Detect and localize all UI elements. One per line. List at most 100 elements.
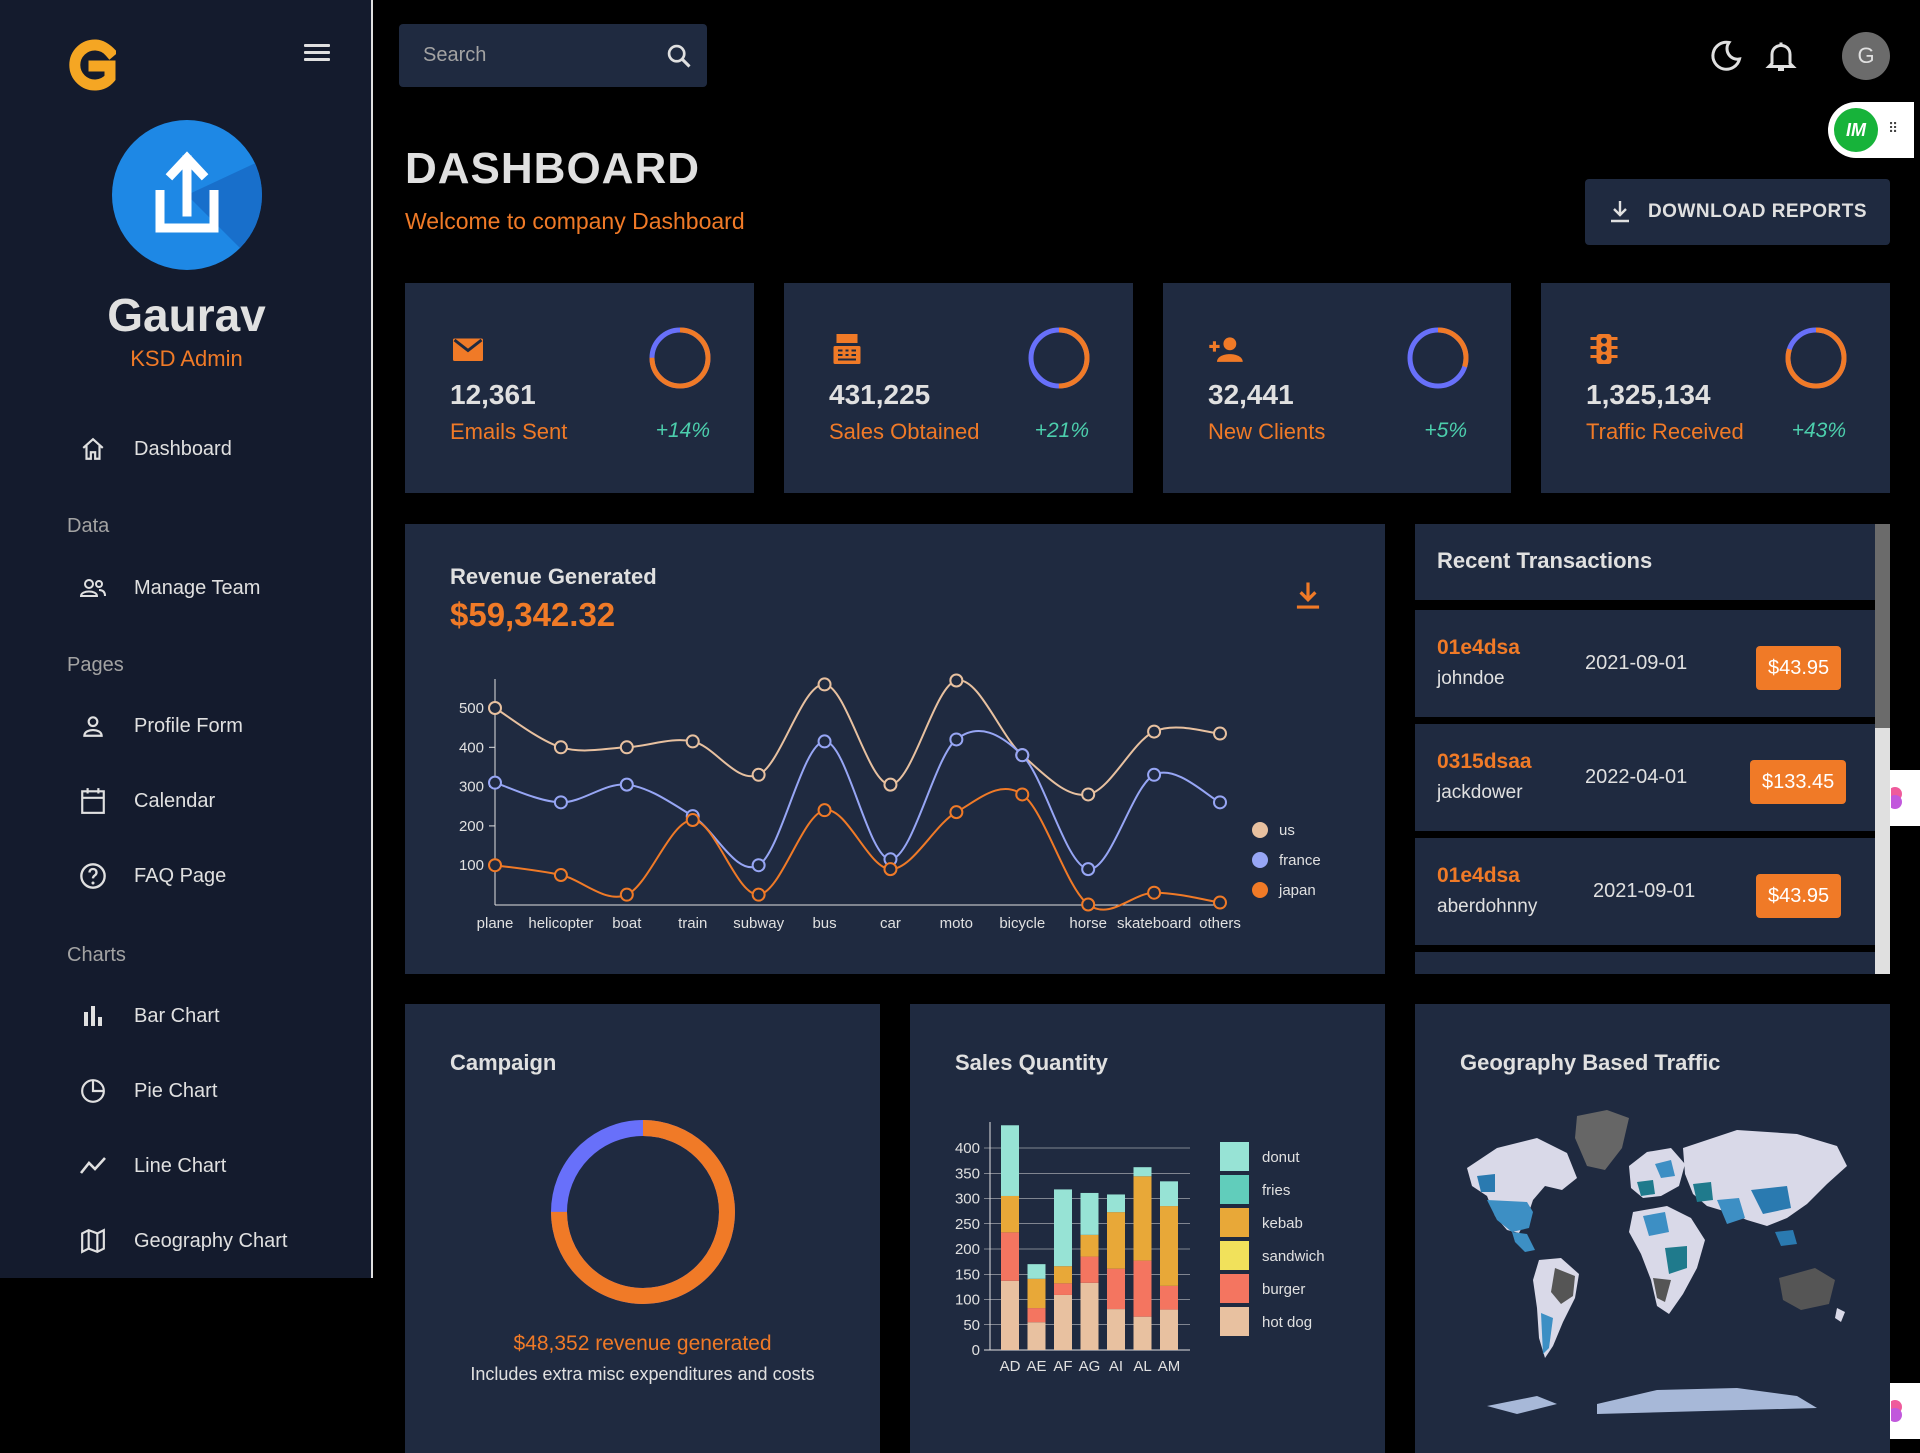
bar-segment-kebab[interactable] <box>1107 1212 1125 1269</box>
bar-segment-donut[interactable] <box>1001 1125 1019 1196</box>
bar-segment-hot-dog[interactable] <box>1160 1309 1178 1350</box>
menu-toggle-button[interactable] <box>300 40 334 68</box>
data-point-japan[interactable] <box>488 858 502 873</box>
user-avatar-button[interactable]: G <box>1842 32 1890 80</box>
data-point-us[interactable] <box>1147 724 1162 739</box>
data-point-france[interactable] <box>1147 767 1162 782</box>
sidebar-item-line-chart[interactable]: Line Chart <box>78 1146 226 1186</box>
bar-segment-hot-dog[interactable] <box>1054 1294 1072 1350</box>
bar-segment-burger[interactable] <box>1133 1260 1152 1317</box>
data-point-japan[interactable] <box>949 805 964 820</box>
data-point-france[interactable] <box>1081 862 1096 877</box>
bar-segment-kebab[interactable] <box>1080 1234 1099 1257</box>
download-reports-button[interactable]: DOWNLOAD REPORTS <box>1585 179 1890 245</box>
data-point-france[interactable] <box>817 734 832 749</box>
dark-mode-icon[interactable] <box>1708 38 1744 74</box>
sidebar-item-pie-chart[interactable]: Pie Chart <box>78 1071 217 1111</box>
data-point-japan[interactable] <box>1081 897 1096 912</box>
stat-label: Traffic Received <box>1586 419 1744 444</box>
bar-segment-donut[interactable] <box>1107 1194 1125 1213</box>
sidebar-item-bar-chart[interactable]: Bar Chart <box>78 996 220 1036</box>
sidebar-item-geography-chart[interactable]: Geography Chart <box>78 1221 287 1261</box>
data-point-japan[interactable] <box>1213 895 1227 910</box>
extension-widget[interactable]: IM ⠿ <box>1828 102 1914 158</box>
data-point-us[interactable] <box>488 701 502 715</box>
bar-segment-hot-dog[interactable] <box>1107 1309 1125 1350</box>
scrollbar-thumb[interactable] <box>1875 524 1890 728</box>
data-point-france[interactable] <box>619 777 634 792</box>
brand-logo[interactable] <box>68 38 116 96</box>
sidebar-item-faq-page[interactable]: FAQ Page <box>78 856 226 896</box>
data-point-us[interactable] <box>619 740 634 755</box>
data-point-japan[interactable] <box>619 887 634 902</box>
bar-segment-kebab[interactable] <box>1054 1266 1072 1284</box>
sidebar-item-dashboard[interactable]: Dashboard <box>78 429 232 469</box>
transaction-row[interactable]: 01e4dsa johndoe 2021-09-01 $43.95 <box>1415 610 1875 717</box>
bar-segment-kebab[interactable] <box>1001 1195 1019 1233</box>
notifications-icon[interactable] <box>1763 38 1799 74</box>
bar-segment-burger[interactable] <box>1027 1308 1046 1323</box>
data-point-japan[interactable] <box>817 803 832 818</box>
data-point-us[interactable] <box>553 740 568 755</box>
data-point-france[interactable] <box>488 775 502 790</box>
bar-segment-donut[interactable] <box>1054 1189 1072 1267</box>
bar-segment-donut[interactable] <box>1160 1181 1178 1207</box>
data-point-us[interactable] <box>1213 726 1227 741</box>
sidebar-item-manage-team[interactable]: Manage Team <box>78 568 260 608</box>
bar-segment-kebab[interactable] <box>1027 1278 1046 1309</box>
bar-segment-hot-dog[interactable] <box>1027 1322 1046 1350</box>
y-tick-label: 50 <box>963 1317 980 1334</box>
data-point-us[interactable] <box>883 777 898 792</box>
legend-swatch <box>1252 882 1268 898</box>
transaction-id: 0315dsaa <box>1437 750 1532 773</box>
series-line-japan <box>494 788 1221 911</box>
data-point-us[interactable] <box>817 677 832 692</box>
search-icon[interactable] <box>665 42 693 70</box>
drag-handle-icon[interactable]: ⠿ <box>1888 120 1898 137</box>
search-input[interactable] <box>423 44 643 67</box>
data-point-france[interactable] <box>949 732 964 747</box>
data-point-france[interactable] <box>751 858 766 873</box>
data-point-japan[interactable] <box>1147 885 1162 900</box>
data-point-us[interactable] <box>751 767 766 782</box>
legend-swatch <box>1220 1208 1249 1237</box>
data-point-japan[interactable] <box>751 887 766 902</box>
data-point-japan[interactable] <box>685 813 700 828</box>
transaction-row[interactable]: 01e4dsa aberdohnny 2021-09-01 $43.95 <box>1415 838 1875 945</box>
data-point-japan[interactable] <box>883 862 898 877</box>
sidebar-item-label: Profile Form <box>134 714 243 737</box>
bar-segment-kebab[interactable] <box>1133 1176 1152 1261</box>
bar-segment-donut[interactable] <box>1080 1192 1099 1235</box>
bar-segment-hot-dog[interactable] <box>1133 1316 1152 1350</box>
bar-segment-burger[interactable] <box>1001 1232 1019 1281</box>
data-point-france[interactable] <box>1213 795 1227 810</box>
page-title: DASHBOARD <box>405 144 700 193</box>
bar-segment-kebab[interactable] <box>1160 1206 1178 1286</box>
x-tick-label: boat <box>612 915 642 932</box>
data-point-france[interactable] <box>553 795 568 810</box>
data-point-japan[interactable] <box>1015 787 1030 802</box>
data-point-japan[interactable] <box>553 868 568 883</box>
bar-segment-hot-dog[interactable] <box>1001 1280 1019 1350</box>
geography-title: Geography Based Traffic <box>1460 1050 1721 1075</box>
data-point-france[interactable] <box>1015 748 1030 763</box>
transaction-row[interactable] <box>1415 952 1875 974</box>
legend-swatch <box>1220 1241 1249 1270</box>
bar-segment-donut[interactable] <box>1027 1264 1046 1279</box>
transactions-scrollbar[interactable] <box>1875 524 1890 974</box>
data-point-us[interactable] <box>949 673 964 688</box>
bar-segment-burger[interactable] <box>1160 1285 1178 1310</box>
sidebar-item-calendar[interactable]: Calendar <box>78 781 215 821</box>
bar-segment-burger[interactable] <box>1054 1283 1072 1295</box>
y-tick-label: 100 <box>459 857 484 874</box>
progress-ring <box>1407 327 1469 389</box>
bar-segment-donut[interactable] <box>1133 1167 1152 1177</box>
data-point-us[interactable] <box>685 734 700 749</box>
transaction-row[interactable]: 0315dsaa jackdower 2022-04-01 $133.45 <box>1415 724 1875 831</box>
extension-logo: IM <box>1834 108 1878 152</box>
bar-segment-burger[interactable] <box>1080 1256 1099 1283</box>
sidebar-item-profile-form[interactable]: Profile Form <box>78 706 243 746</box>
bar-segment-burger[interactable] <box>1107 1268 1125 1310</box>
bar-segment-hot-dog[interactable] <box>1080 1282 1099 1350</box>
data-point-us[interactable] <box>1081 787 1096 802</box>
